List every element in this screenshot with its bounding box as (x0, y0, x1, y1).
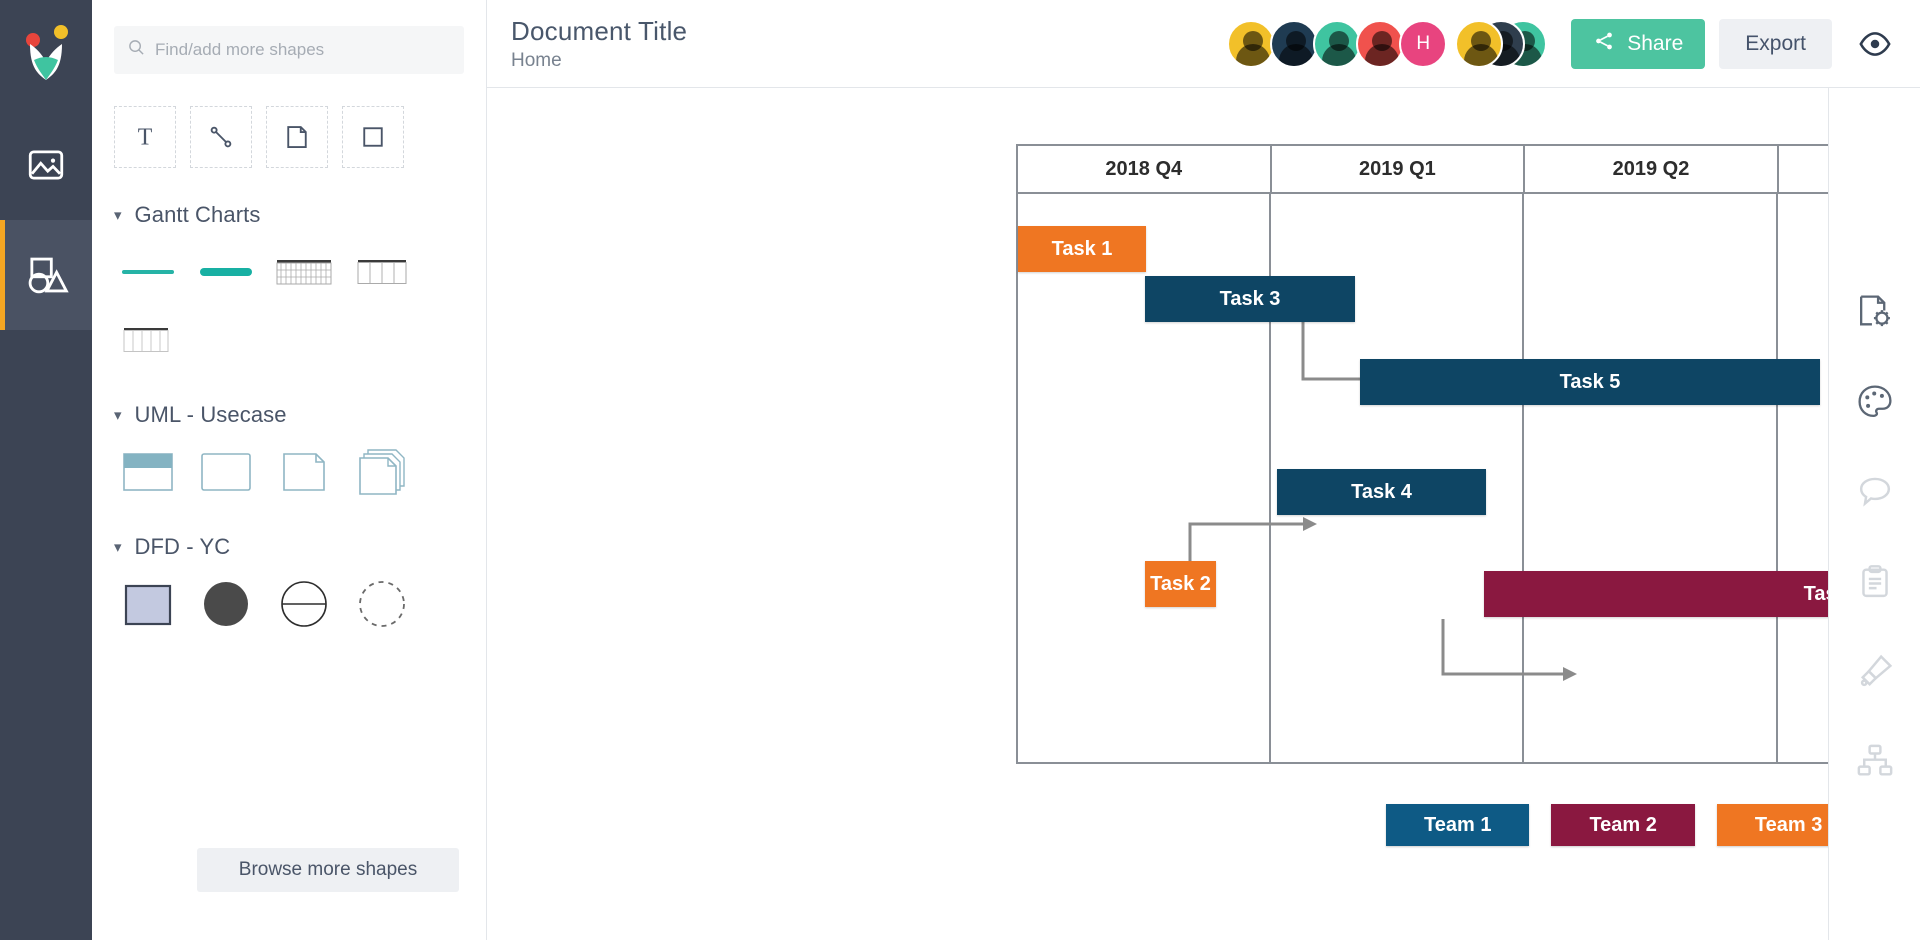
gantt-chart[interactable]: 2018 Q4 2019 Q1 2019 Q2 2019 Q3 2019 Q4 (1016, 144, 1920, 764)
section-header-uml-usecase[interactable]: ▾ UML - Usecase (114, 402, 464, 428)
filled-square-shape[interactable] (120, 576, 176, 632)
shape-grid-gantt (114, 244, 464, 368)
topbar-actions: H Share Export (1227, 18, 1896, 69)
sidebar-item-shapes[interactable] (0, 220, 92, 330)
legend-item-team-1[interactable]: Team 1 (1386, 804, 1530, 846)
document-settings-icon[interactable] (1851, 288, 1899, 336)
dense-grid-shape[interactable] (276, 244, 332, 300)
search-icon (128, 39, 145, 61)
gantt-bar-label: Task 2 (1150, 572, 1211, 595)
chevron-down-icon: ▾ (114, 406, 122, 424)
avatar[interactable] (1455, 19, 1504, 68)
gantt-bar-task-5[interactable]: Task 5 (1360, 359, 1820, 405)
browse-more-shapes-button[interactable]: Browse more shapes (197, 848, 459, 892)
legend: Team 1 Team 2 Team 3 (1016, 804, 1861, 846)
section-gantt-charts: ▾ Gantt Charts (92, 168, 486, 368)
plain-box-shape[interactable] (198, 444, 254, 500)
chevron-down-icon: ▾ (114, 206, 122, 224)
left-nav-rail (0, 0, 92, 940)
share-button[interactable]: Share (1571, 18, 1706, 69)
search-box[interactable] (114, 26, 464, 74)
avatar[interactable] (1270, 19, 1319, 68)
palette-icon[interactable] (1851, 378, 1899, 426)
gantt-bar-label: Task 5 (1559, 370, 1621, 393)
canvas-inner: 2018 Q4 2019 Q1 2019 Q2 2019 Q3 2019 Q4 (487, 88, 1920, 940)
column-grid-shape[interactable] (354, 244, 410, 300)
shape-library-panel: T ▾ Gantt Charts (92, 0, 487, 940)
sidebar-item-images[interactable] (0, 110, 92, 220)
gantt-body: Task 1 Task 3 Task 5 Task 4 Task 2 Task (1018, 194, 1920, 764)
note-icon[interactable] (266, 106, 328, 168)
gantt-column-header: 2019 Q1 (1272, 146, 1526, 192)
eye-icon[interactable] (1854, 23, 1896, 65)
app-window: T ▾ Gantt Charts (0, 0, 1920, 940)
page-title: Document Title (511, 15, 688, 46)
shape-grid-dfd (114, 576, 464, 632)
titled-box-shape[interactable] (120, 444, 176, 500)
document-meta: Document Title Home (511, 16, 687, 72)
thick-bar-shape[interactable] (198, 244, 254, 300)
split-circle-shape[interactable] (276, 576, 332, 632)
gantt-bar-task-1[interactable]: Task 1 (1018, 226, 1146, 272)
section-title: UML - Usecase (134, 402, 287, 427)
rectangle-icon[interactable] (342, 106, 404, 168)
avatar[interactable] (1227, 19, 1276, 68)
narrow-column-grid-shape[interactable] (120, 312, 176, 368)
right-tool-rail (1828, 88, 1920, 940)
legend-label: Team 1 (1424, 813, 1492, 836)
top-toolbar: Document Title Home H Share Export (487, 0, 1920, 88)
collaborator-avatar-stack[interactable] (1455, 19, 1548, 68)
paintbrush-icon[interactable] (1851, 648, 1899, 696)
avatar[interactable] (1356, 19, 1405, 68)
shape-grid-uml (114, 444, 464, 500)
gantt-bar-task-4[interactable]: Task 4 (1277, 469, 1486, 515)
section-uml-usecase: ▾ UML - Usecase (92, 368, 486, 500)
gantt-bar-task-2[interactable]: Task 2 (1145, 561, 1216, 607)
search-wrapper (92, 0, 486, 74)
gantt-header-row: 2018 Q4 2019 Q1 2019 Q2 2019 Q3 2019 Q4 (1018, 146, 1920, 194)
section-header-dfd-yc[interactable]: ▾ DFD - YC (114, 534, 464, 560)
gantt-bar-label: Task 4 (1351, 480, 1412, 503)
app-logo[interactable] (0, 0, 92, 110)
thin-bar-shape[interactable] (120, 244, 176, 300)
diagram-canvas[interactable]: 2018 Q4 2019 Q1 2019 Q2 2019 Q3 2019 Q4 (487, 88, 1920, 940)
avatar[interactable] (1313, 19, 1362, 68)
line-icon[interactable] (190, 106, 252, 168)
legend-label: Team 2 (1589, 813, 1657, 836)
hierarchy-icon[interactable] (1851, 738, 1899, 786)
dashed-circle-shape[interactable] (354, 576, 410, 632)
filled-circle-shape[interactable] (198, 576, 254, 632)
collaborator-avatars: H (1227, 19, 1448, 68)
export-button[interactable]: Export (1719, 18, 1832, 69)
avatar-initial-label: H (1416, 32, 1431, 54)
gantt-bar-task-3[interactable]: Task 3 (1145, 276, 1355, 322)
legend-item-team-2[interactable]: Team 2 (1551, 804, 1695, 846)
section-header-gantt-charts[interactable]: ▾ Gantt Charts (114, 202, 464, 228)
text-icon[interactable]: T (114, 106, 176, 168)
gantt-column-header: 2018 Q4 (1018, 146, 1272, 192)
comment-icon[interactable] (1851, 468, 1899, 516)
share-button-label: Share (1627, 31, 1684, 55)
section-title: Gantt Charts (134, 202, 261, 227)
quick-tools-row: T (92, 74, 486, 168)
chevron-down-icon: ▾ (114, 538, 122, 556)
clipboard-icon[interactable] (1851, 558, 1899, 606)
breadcrumb: Home (511, 49, 562, 71)
gantt-bar-label: Task 3 (1219, 287, 1281, 310)
search-input[interactable] (155, 40, 450, 60)
note-page-shape[interactable] (276, 444, 332, 500)
legend-label: Team 3 (1754, 813, 1823, 836)
gantt-bar-label: Task 1 (1051, 237, 1113, 260)
section-title: DFD - YC (134, 534, 231, 559)
stacked-page-shape[interactable] (354, 444, 410, 500)
gantt-column-header: 2019 Q2 (1525, 146, 1779, 192)
svg-text:T: T (138, 125, 153, 151)
avatar-initial[interactable]: H (1399, 19, 1448, 68)
main-area: Document Title Home H Share Export 2018 … (487, 0, 1920, 940)
share-icon (1593, 30, 1615, 58)
gantt-bars: Task 1 Task 3 Task 5 Task 4 Task 2 Task (1018, 194, 1920, 764)
section-dfd-yc: ▾ DFD - YC (92, 500, 486, 632)
